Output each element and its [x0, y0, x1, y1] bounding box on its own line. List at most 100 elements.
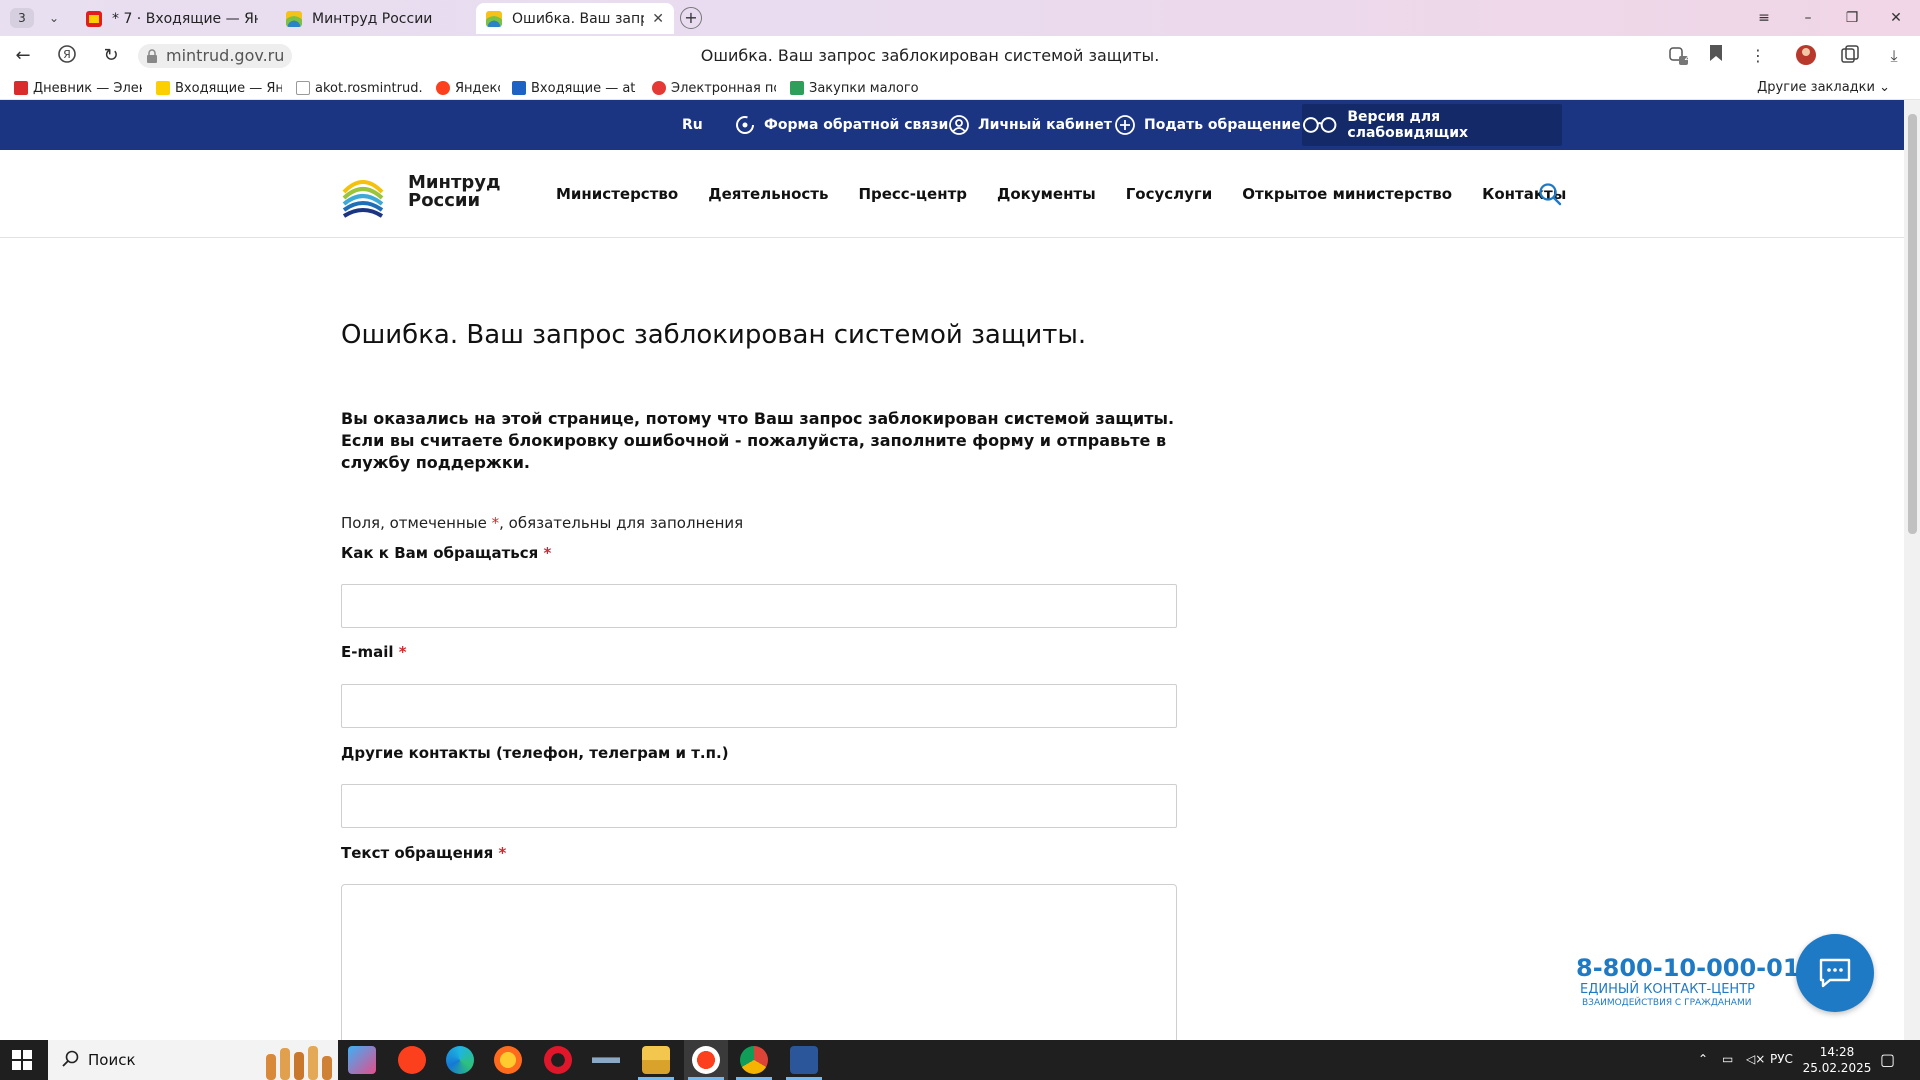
- yandex-app-icon[interactable]: [398, 1046, 426, 1074]
- new-tab-button[interactable]: +: [680, 7, 702, 29]
- bookmark-label: Входящие — atesti: [531, 80, 636, 96]
- email-field-label: E-mail *: [341, 643, 407, 661]
- bookmark-label: Закупки малого объема: [809, 80, 918, 96]
- bookmark-icon[interactable]: [1704, 44, 1728, 68]
- yandex-browser-icon[interactable]: [692, 1046, 720, 1074]
- yandex-icon[interactable]: Я: [54, 44, 80, 68]
- required-note-text: Поля, отмеченные: [341, 514, 492, 532]
- notifications-icon[interactable]: ▢: [1880, 1050, 1895, 1069]
- tab-mintrud[interactable]: Минтруд России: [276, 3, 466, 34]
- low-vision-label: Версия для слабовидящих: [1347, 109, 1469, 141]
- mintrud-logo-icon[interactable]: [340, 170, 386, 218]
- extensions-icon[interactable]: 2: [1666, 44, 1690, 68]
- nav-open-ministry[interactable]: Открытое министерство: [1242, 185, 1452, 203]
- nav-documents[interactable]: Документы: [997, 185, 1096, 203]
- bookmark-item[interactable]: Электронная подпись: [652, 79, 776, 97]
- bookmark-label: Входящие — Яндекс: [175, 80, 282, 96]
- bookmark-item[interactable]: Входящие — Яндекс: [156, 79, 282, 97]
- contacts-field[interactable]: [341, 784, 1177, 828]
- feedback-link[interactable]: Форма обратной связи: [734, 100, 948, 150]
- cacti-widget-icon: [266, 1046, 332, 1080]
- required-note-text: , обязательны для заполнения: [499, 514, 744, 532]
- network-icon[interactable]: ▭: [1722, 1052, 1733, 1066]
- diary-icon: [14, 81, 28, 95]
- bookmark-item[interactable]: Яндекс: [436, 79, 500, 97]
- other-bookmarks-label: Другие закладки: [1757, 80, 1875, 95]
- page-title-display: Ошибка. Ваш запрос заблокирован системой…: [700, 46, 1160, 65]
- nav-gosuslugi[interactable]: Госуслуги: [1126, 185, 1213, 203]
- name-field[interactable]: [341, 584, 1177, 628]
- search-icon[interactable]: [1538, 182, 1562, 206]
- more-icon[interactable]: ⋮: [1746, 44, 1770, 68]
- page-icon: [296, 81, 310, 95]
- contact-center-phone[interactable]: 8-800-10-000-01: [1576, 954, 1800, 982]
- mintrud-icon: [486, 10, 502, 27]
- volume-icon[interactable]: ◁×: [1746, 1052, 1765, 1066]
- other-bookmarks[interactable]: Другие закладки ⌄: [1757, 80, 1890, 95]
- contact-center-title: ЕДИНЫЙ КОНТАКТ-ЦЕНТР: [1580, 982, 1755, 997]
- feedback-label: Форма обратной связи: [764, 117, 949, 133]
- main-nav: Министерство Деятельность Пресс-центр До…: [556, 150, 1596, 238]
- chevron-down-icon[interactable]: ⌄: [44, 8, 64, 28]
- logo-text[interactable]: Минтруд России: [408, 174, 501, 210]
- yandex-icon: [436, 81, 450, 95]
- bookmark-item[interactable]: Закупки малого объема: [790, 79, 918, 97]
- chat-button[interactable]: [1796, 934, 1874, 1012]
- reload-icon[interactable]: ↻: [98, 44, 124, 68]
- taskbar-clock[interactable]: 14:28 25.02.2025: [1800, 1044, 1874, 1076]
- windows-start-icon[interactable]: [12, 1050, 32, 1070]
- restore-icon[interactable]: ❐: [1838, 6, 1866, 30]
- taskbar-search[interactable]: Поиск: [48, 1040, 338, 1080]
- low-vision-button[interactable]: Версия для слабовидящих: [1302, 104, 1562, 146]
- tab-error-page[interactable]: Ошибка. Ваш запрос заблокирован системой…: [476, 3, 674, 34]
- bookmark-item[interactable]: Дневник — Электронный: [14, 79, 142, 97]
- opera-icon[interactable]: [544, 1046, 572, 1074]
- download-icon[interactable]: ⤓: [1882, 44, 1906, 68]
- tab-yandex-mail[interactable]: * 7 · Входящие — Яндекс Почта: [76, 3, 268, 34]
- appeal-link[interactable]: Подать обращение: [1114, 100, 1301, 150]
- clock-date: 25.02.2025: [1802, 1061, 1872, 1075]
- nav-press-center[interactable]: Пресс-центр: [858, 185, 967, 203]
- app-icon[interactable]: [592, 1046, 620, 1074]
- logo-line-2: России: [408, 190, 481, 211]
- browser-tab-strip: 3 ⌄ * 7 · Входящие — Яндекс Почта Минтру…: [0, 0, 1920, 36]
- tray-chevron-icon[interactable]: ⌃: [1698, 1052, 1708, 1066]
- minimize-icon[interactable]: –: [1794, 6, 1822, 30]
- nav-activity[interactable]: Деятельность: [708, 185, 828, 203]
- collections-icon[interactable]: [1838, 44, 1862, 68]
- profile-avatar[interactable]: [1794, 44, 1818, 68]
- windows-taskbar: Поиск ⌃ ▭ ◁× РУС 14:28 25.02.2025 ▢: [0, 1040, 1920, 1080]
- word-icon[interactable]: [790, 1046, 818, 1074]
- page-scrollbar[interactable]: [1904, 100, 1920, 1040]
- edge-icon[interactable]: [446, 1046, 474, 1074]
- file-explorer-icon[interactable]: [642, 1046, 670, 1074]
- clock-time: 14:28: [1819, 1045, 1855, 1059]
- scroll-thumb[interactable]: [1908, 114, 1917, 534]
- chevron-down-icon: ⌄: [1879, 80, 1890, 95]
- nav-ministry[interactable]: Министерство: [556, 185, 678, 203]
- tab-counter[interactable]: 3: [10, 8, 34, 28]
- site-topbar: Ru Форма обратной связи Личный кабинет П…: [0, 100, 1904, 150]
- chrome-icon[interactable]: [740, 1046, 768, 1074]
- extensions-badge: 2: [1684, 53, 1690, 63]
- back-icon[interactable]: ←: [10, 44, 36, 68]
- appeal-label: Подать обращение: [1144, 117, 1301, 133]
- firefox-icon[interactable]: [494, 1046, 522, 1074]
- message-field[interactable]: [341, 884, 1177, 1064]
- cabinet-link[interactable]: Личный кабинет: [948, 100, 1112, 150]
- bookmark-item[interactable]: akot.rosmintrud.ru: [296, 79, 422, 97]
- bookmark-item[interactable]: Входящие — atesti: [512, 79, 636, 97]
- required-star: *: [398, 643, 407, 661]
- language-switch[interactable]: Ru: [682, 100, 703, 150]
- email-field[interactable]: [341, 684, 1177, 728]
- url-field[interactable]: mintrud.gov.ru: [138, 44, 293, 68]
- bookmark-label: Яндекс: [455, 80, 500, 96]
- close-window-icon[interactable]: ✕: [1882, 6, 1910, 30]
- plus-circle-icon: [1115, 115, 1135, 135]
- url-text: mintrud.gov.ru: [166, 46, 285, 65]
- close-icon[interactable]: ✕: [652, 11, 664, 27]
- menu-icon[interactable]: ≡: [1750, 6, 1778, 30]
- keyboard-language[interactable]: РУС: [1770, 1052, 1793, 1066]
- required-star: *: [498, 844, 507, 862]
- widgets-icon[interactable]: [348, 1046, 376, 1074]
